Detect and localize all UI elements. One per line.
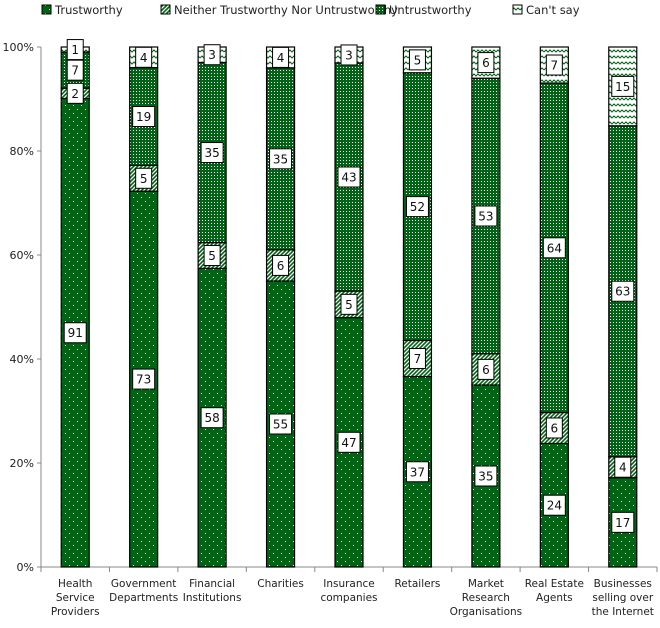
category-label: Charities [257,578,304,590]
data-label: 64 [547,241,562,255]
data-label: 43 [341,171,356,185]
category-label: Retailers [394,578,440,590]
category-label: Health [58,578,92,590]
bar-stack [265,46,296,568]
data-label: 3 [208,48,216,62]
category-label: Service [56,592,95,604]
y-tick-label: 100% [3,41,34,54]
data-label: 73 [136,373,151,387]
data-label: 6 [551,421,559,435]
legend-item: Trustworthy [41,3,123,17]
data-label: 1 [71,43,79,57]
data-label: 47 [341,436,356,450]
y-tick-label: 40% [10,353,34,366]
y-tick-label: 20% [10,457,34,470]
data-label: 2 [71,87,79,101]
bar-stack [402,46,433,568]
y-tick-label: 80% [10,145,34,158]
data-label: 52 [410,200,425,214]
category-label: Departments [109,592,178,604]
data-label: 55 [273,418,288,432]
data-label: 63 [615,285,630,299]
legend-item: Can't say [512,3,580,17]
category-label: Research [462,592,510,604]
data-label: 5 [345,298,353,312]
data-label: 7 [551,59,559,73]
legend-item: Neither Trustworthy Nor Untrustworthy [160,3,398,17]
category-label: companies [320,592,377,604]
legend-label: Can't say [526,3,580,17]
data-label: 53 [478,210,493,224]
legend: Trustworthy Neither Trustworthy Nor Untru… [41,3,580,17]
data-label: 37 [410,465,425,479]
data-label: 7 [414,352,422,366]
category-label: Financial [189,578,235,590]
category-label: Providers [51,606,100,618]
legend-swatch-icon [512,4,523,15]
category-label: Agents [536,592,573,604]
legend-swatch-icon [41,4,52,15]
category-label: Businesses [594,578,652,590]
category-label: Market [468,578,504,590]
legend-swatch-icon [160,4,171,15]
data-label: 4 [619,461,627,475]
data-label: 3 [345,48,353,62]
category-label: Government [111,578,176,590]
data-label: 5 [414,53,422,67]
legend-swatch-icon [375,4,386,15]
legend-label: Neither Trustworthy Nor Untrustworthy [174,3,398,17]
data-label: 7 [71,64,79,78]
bar-stack [471,46,501,568]
data-label: 6 [482,56,490,70]
data-label: 35 [204,146,219,160]
bar-stack [539,46,569,568]
stacked-bar-chart: Trustworthy Neither Trustworthy Nor Untru… [3,3,658,618]
bar-stack [60,46,90,568]
data-label: 24 [547,499,562,513]
data-label: 35 [478,470,493,484]
data-label: 4 [277,51,285,65]
category-label: the Internet [592,606,654,618]
data-label: 19 [136,110,151,124]
category-label: Real Estate [525,578,584,590]
category-label: selling over [592,592,653,604]
data-label: 15 [615,80,630,94]
data-label: 6 [482,363,490,377]
data-label: 5 [208,249,216,263]
legend-label: Trustworthy [54,3,123,17]
y-tick-label: 0% [17,561,34,574]
category-label: Institutions [183,592,242,604]
legend-item: Untrustworthy [375,3,472,17]
bar-stack [197,46,227,568]
category-label: Organisations [450,606,523,618]
data-label: 58 [204,411,219,425]
data-label: 17 [615,516,630,530]
data-label: 91 [68,326,83,340]
data-label: 4 [140,51,148,65]
y-tick-label: 60% [10,249,34,262]
category-labels: Health Service Providers Government Departme… [51,578,654,618]
data-label: 6 [277,259,285,273]
category-label: Insurance [323,578,375,590]
bar-stack [608,46,638,568]
legend-label: Untrustworthy [389,3,472,17]
data-label: 5 [140,172,148,186]
data-label: 35 [273,152,288,166]
